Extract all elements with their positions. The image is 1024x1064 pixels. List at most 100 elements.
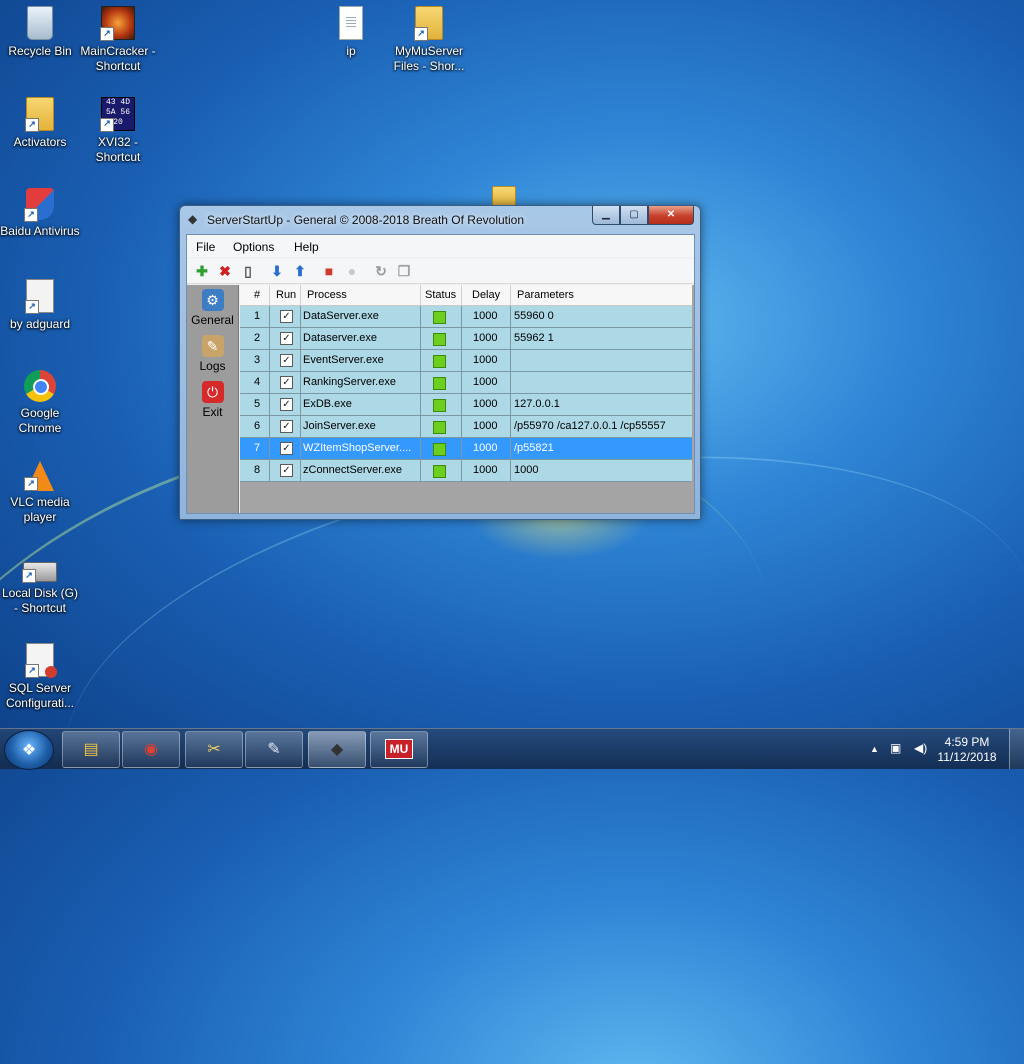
table-row[interactable]: 7 ✓ WZItemShopServer.... 1000/p55821 bbox=[240, 438, 692, 460]
menu-file[interactable]: File bbox=[196, 240, 215, 254]
run-checkbox[interactable]: ✓ bbox=[280, 354, 293, 367]
status-indicator bbox=[433, 333, 446, 346]
desktop-icon-maincracker[interactable]: ↗ MainCracker - Shortcut bbox=[78, 6, 158, 74]
serverstartup-icon: ◆ bbox=[330, 741, 344, 758]
close-button[interactable]: ✕ bbox=[648, 206, 694, 225]
run-checkbox[interactable]: ✓ bbox=[280, 398, 293, 411]
title-bar[interactable]: ◆ ServerStartUp - General © 2008-2018 Br… bbox=[180, 206, 700, 233]
cell-num: 6 bbox=[254, 420, 261, 432]
show-hidden-icons[interactable]: ▲ bbox=[870, 744, 879, 754]
cell-num: 3 bbox=[254, 354, 261, 366]
run-checkbox[interactable]: ✓ bbox=[280, 332, 293, 345]
folder-shortcut-icon: ↗ bbox=[414, 6, 443, 41]
app-cube-icon: ◆ bbox=[188, 212, 198, 226]
lightbulb-icon[interactable]: ● bbox=[344, 263, 360, 279]
desktop-icon-xvi32[interactable]: 43 4D 5A 56 20 ↗ XVI32 - Shortcut bbox=[78, 97, 158, 165]
refresh-icon[interactable]: ↻ bbox=[373, 263, 389, 279]
taskbar-tools[interactable]: ✂ bbox=[185, 731, 243, 768]
logs-icon: ✎ bbox=[201, 335, 224, 357]
sidebar-item-label: Logs bbox=[199, 359, 226, 373]
menu-bar: File Options Help bbox=[187, 235, 694, 257]
move-up-icon[interactable]: ⬆ bbox=[292, 263, 308, 279]
desktop-icon-label: Recycle Bin bbox=[8, 44, 72, 58]
sidebar-item-exit[interactable]: ⏻ Exit bbox=[187, 381, 238, 419]
status-indicator bbox=[433, 355, 446, 368]
menu-options[interactable]: Options bbox=[233, 240, 274, 254]
column-header-status[interactable]: Status bbox=[425, 289, 456, 301]
volume-icon[interactable]: ◀) bbox=[914, 741, 927, 755]
desktop-icon-activators[interactable]: ↗ Activators bbox=[0, 97, 80, 150]
desktop-icon-google-chrome[interactable]: Google Chrome bbox=[0, 370, 80, 436]
desktop-icon-recycle-bin[interactable]: Recycle Bin bbox=[0, 6, 80, 59]
table-row[interactable]: 3 ✓ EventServer.exe 1000 bbox=[240, 350, 692, 372]
desktop-icon-mymuserver-files[interactable]: ↗ MyMuServer Files - Shor... bbox=[389, 6, 469, 74]
cell-process: EventServer.exe bbox=[303, 354, 384, 366]
taskbar-mu[interactable]: MU bbox=[370, 731, 428, 768]
move-down-icon[interactable]: ⬇ bbox=[269, 263, 285, 279]
table-row[interactable]: 5 ✓ ExDB.exe 1000 127.0.0.1 bbox=[240, 394, 692, 416]
taskbar: ❖ ▤ ◉ ✂ ✎ ◆ MU ▲ ▣ ◀) 4:59 PM 11/12/2018 bbox=[0, 728, 1024, 770]
maincracker-icon: ↗ bbox=[100, 6, 135, 41]
stop-icon[interactable]: ■ bbox=[321, 263, 337, 279]
table-row[interactable]: 1 ✓ DataServer.exe 1000 55960 0 bbox=[240, 306, 692, 328]
taskbar-serverstartup[interactable]: ◆ bbox=[308, 731, 366, 768]
column-header-run[interactable]: Run bbox=[276, 289, 296, 301]
network-icon[interactable]: ▣ bbox=[890, 741, 901, 755]
desktop-icon-baidu-antivirus[interactable]: ↗ Baidu Antivirus bbox=[0, 188, 80, 239]
folder-shortcut-icon: ↗ bbox=[25, 97, 54, 132]
table-row[interactable]: 2 ✓ Dataserver.exe 1000 55962 1 bbox=[240, 328, 692, 350]
table-row[interactable]: 8 ✓ zConnectServer.exe 1000 1000 bbox=[240, 460, 692, 482]
sidebar-item-label: Exit bbox=[202, 405, 223, 419]
clock-time: 4:59 PM bbox=[944, 735, 990, 749]
column-header-process[interactable]: Process bbox=[307, 289, 347, 301]
sidebar-item-general[interactable]: ⚙ General bbox=[187, 289, 238, 327]
desktop-icon-by-adguard[interactable]: ↗ by adguard bbox=[0, 279, 80, 332]
desktop-icon-vlc[interactable]: ↗ VLC media player bbox=[0, 461, 80, 525]
gear-icon: ⚙ bbox=[201, 289, 224, 311]
chrome-icon bbox=[24, 370, 56, 402]
copy-icon[interactable]: ❐ bbox=[396, 263, 412, 279]
maximize-button[interactable]: ▢ bbox=[620, 206, 648, 225]
status-indicator bbox=[433, 421, 446, 434]
desktop-icon-sql-server[interactable]: ↗ SQL Server Configurati... bbox=[0, 643, 80, 711]
delete-icon[interactable]: ✖ bbox=[217, 263, 233, 279]
desktop-icon-local-disk[interactable]: ↗ Local Disk (G) - Shortcut bbox=[0, 552, 80, 616]
cell-process: ExDB.exe bbox=[303, 398, 352, 410]
disk-drive-icon: ↗ bbox=[22, 562, 57, 583]
status-indicator bbox=[433, 377, 446, 390]
cell-delay: 1000 bbox=[473, 464, 498, 476]
start-button[interactable]: ❖ bbox=[4, 730, 54, 770]
new-file-icon[interactable]: ▯ bbox=[240, 263, 256, 279]
cell-num: 5 bbox=[254, 398, 261, 410]
cell-process: RankingServer.exe bbox=[303, 376, 396, 388]
run-checkbox[interactable]: ✓ bbox=[280, 464, 293, 477]
column-header-num[interactable]: # bbox=[254, 289, 260, 301]
desktop-icon-label: XVI32 - Shortcut bbox=[95, 135, 141, 164]
cell-parameters: 127.0.0.1 bbox=[514, 398, 560, 410]
menu-help[interactable]: Help bbox=[294, 240, 319, 254]
cell-delay: 1000 bbox=[473, 376, 498, 388]
vlc-cone-icon: ↗ bbox=[24, 461, 54, 491]
run-checkbox[interactable]: ✓ bbox=[280, 310, 293, 323]
table-row[interactable]: 4 ✓ RankingServer.exe 1000 bbox=[240, 372, 692, 394]
column-header-parameters[interactable]: Parameters bbox=[517, 289, 574, 301]
status-indicator bbox=[433, 443, 446, 456]
minimize-button[interactable]: ▁ bbox=[592, 206, 620, 225]
cell-num: 2 bbox=[254, 332, 261, 344]
run-checkbox[interactable]: ✓ bbox=[280, 376, 293, 389]
cell-num: 4 bbox=[254, 376, 261, 388]
desktop-icon-ip[interactable]: ip bbox=[311, 6, 391, 59]
show-desktop-button[interactable] bbox=[1009, 729, 1024, 769]
table-row[interactable]: 6 ✓ JoinServer.exe 1000/p55970 /ca127.0.0.1… bbox=[240, 416, 692, 438]
taskbar-notepad[interactable]: ✎ bbox=[245, 731, 303, 768]
clock[interactable]: 4:59 PM 11/12/2018 bbox=[932, 735, 1002, 765]
run-checkbox[interactable]: ✓ bbox=[280, 442, 293, 455]
sidebar-item-logs[interactable]: ✎ Logs bbox=[187, 335, 238, 373]
serverstartup-window[interactable]: ◆ ServerStartUp - General © 2008-2018 Br… bbox=[179, 205, 701, 520]
taskbar-explorer[interactable]: ▤ bbox=[62, 731, 120, 768]
taskbar-chrome[interactable]: ◉ bbox=[122, 731, 180, 768]
desktop-icon-label: MyMuServer Files - Shor... bbox=[393, 44, 465, 73]
run-checkbox[interactable]: ✓ bbox=[280, 420, 293, 433]
column-header-delay[interactable]: Delay bbox=[472, 289, 500, 301]
add-icon[interactable]: ✚ bbox=[194, 263, 210, 279]
